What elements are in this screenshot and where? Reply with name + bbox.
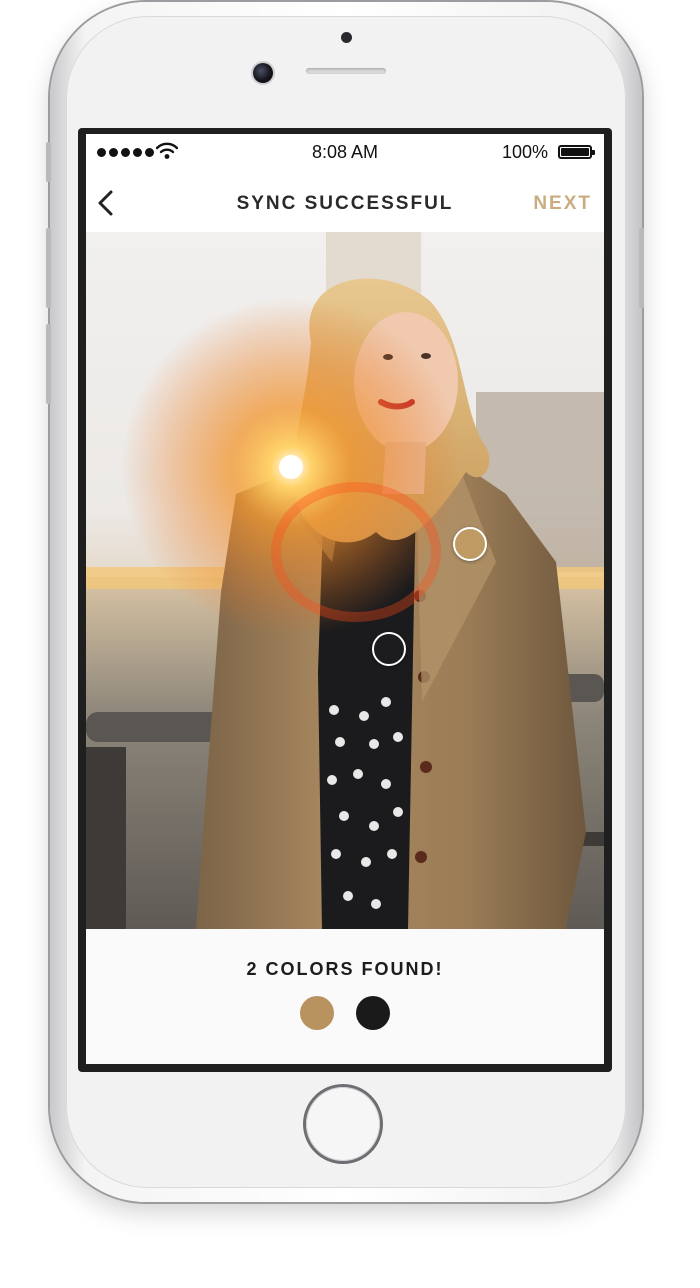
color-swatch-black[interactable] xyxy=(356,996,390,1030)
page-title: SYNC SUCCESSFUL xyxy=(236,193,454,214)
status-bar: 8:08 AM 100% xyxy=(86,134,604,172)
results-panel: 2 COLORS FOUND! xyxy=(86,929,604,1064)
color-swatches xyxy=(86,996,604,1030)
navigation-bar: SYNC SUCCESSFUL NEXT xyxy=(86,172,604,232)
volume-down-button[interactable] xyxy=(46,324,51,404)
front-camera xyxy=(253,63,273,83)
color-swatch-tan[interactable] xyxy=(300,996,334,1030)
color-marker-tan[interactable] xyxy=(453,527,487,561)
colors-found-label: 2 COLORS FOUND! xyxy=(246,959,444,979)
battery-percent: 100% xyxy=(501,142,548,162)
power-button[interactable] xyxy=(639,228,644,308)
battery-level xyxy=(561,148,589,156)
battery-icon xyxy=(558,145,595,159)
next-button[interactable]: NEXT xyxy=(533,193,592,215)
synced-photo xyxy=(86,232,604,929)
mute-switch[interactable] xyxy=(46,142,51,182)
proximity-sensor xyxy=(341,32,352,43)
photo-illustration xyxy=(86,232,604,929)
volume-up-button[interactable] xyxy=(46,228,51,308)
home-button[interactable] xyxy=(306,1087,380,1161)
earpiece-speaker xyxy=(306,68,386,74)
screen: 8:08 AM 100% SYNC SUCCESSFUL NEXT 2 COLO… xyxy=(86,134,604,1064)
color-marker-black[interactable] xyxy=(372,632,406,666)
